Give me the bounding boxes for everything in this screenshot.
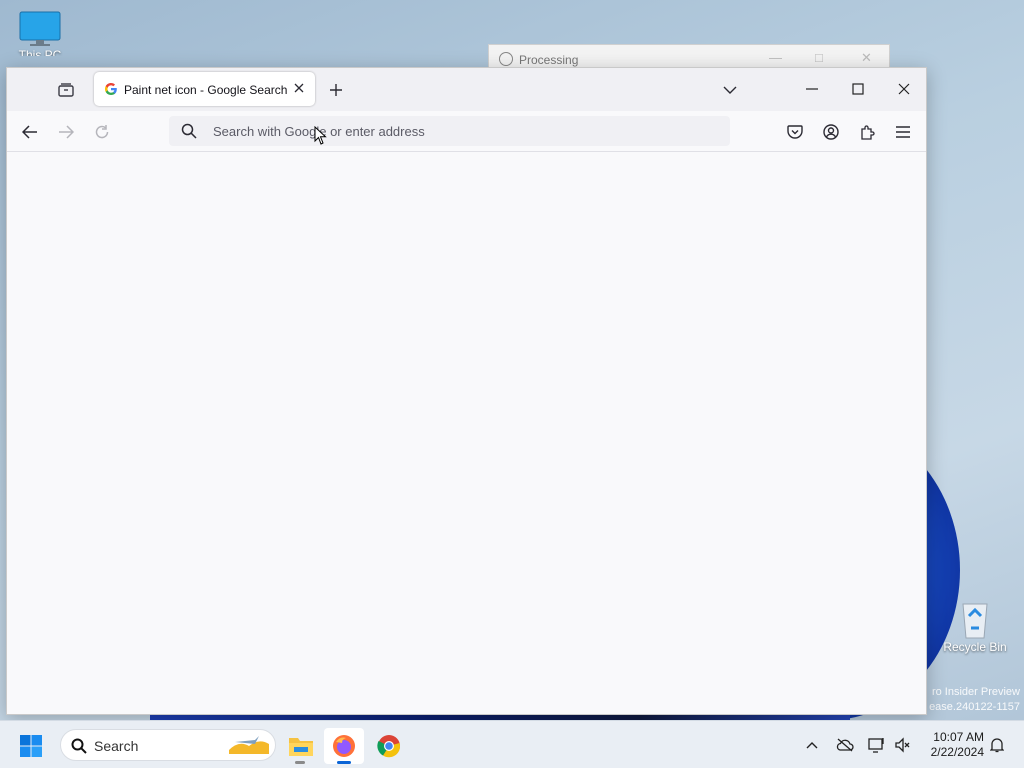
show-hidden-icons-button[interactable]: [802, 734, 822, 756]
watermark-line1: ro Insider Preview: [931, 686, 1020, 698]
watermark-line2: ease.240122-1157: [929, 701, 1020, 713]
network-status-button[interactable]: [866, 734, 888, 756]
search-highlight-icon: [229, 736, 269, 754]
maximize-icon: [852, 83, 864, 95]
browser-window[interactable]: Paint net icon - Google Search: [6, 67, 927, 715]
clock[interactable]: 10:07 AM 2/22/2024: [931, 730, 984, 760]
notifications-button[interactable]: [986, 734, 1008, 756]
chevron-down-icon: [723, 86, 737, 94]
tab-title: Paint net icon - Google Search: [124, 83, 288, 97]
desktop-icon-recycle-bin[interactable]: Recycle Bin: [942, 598, 1008, 654]
clock-time: 10:07 AM: [933, 730, 984, 744]
nav-toolbar: [7, 111, 926, 152]
desktop-icon-label: This PC: [18, 48, 62, 56]
taskbar-app-chrome[interactable]: [372, 729, 406, 763]
tab-google-search[interactable]: Paint net icon - Google Search: [94, 72, 315, 106]
windows-logo-icon: [20, 735, 42, 757]
extensions-button[interactable]: [856, 121, 878, 143]
desktop-icon-label: Recycle Bin: [943, 640, 1007, 654]
minimize-button[interactable]: [797, 76, 827, 102]
network-icon: [868, 738, 884, 753]
forward-button[interactable]: [55, 121, 77, 143]
monitor-icon: [19, 11, 61, 46]
search-icon: [181, 123, 197, 139]
taskbar: Search 10:07 AM 2/22/2024: [0, 720, 1024, 768]
list-all-tabs-button[interactable]: [719, 79, 741, 101]
close-icon[interactable]: ✕: [861, 50, 872, 66]
start-button[interactable]: [16, 731, 46, 761]
running-indicator: [295, 761, 305, 764]
firefox-view-button[interactable]: [55, 80, 77, 100]
taskbar-search[interactable]: Search: [60, 729, 276, 761]
reload-icon: [95, 125, 109, 139]
page-content[interactable]: [7, 152, 926, 714]
extensions-icon: [861, 125, 875, 140]
taskbar-app-firefox[interactable]: [324, 728, 364, 764]
taskbar-app-file-explorer[interactable]: [284, 729, 318, 763]
clock-date: 2/22/2024: [930, 745, 984, 759]
account-icon: [823, 124, 839, 140]
taskbar-search-label: Search: [94, 738, 139, 754]
processing-window-title: Processing: [519, 53, 579, 67]
forward-icon: [59, 125, 74, 139]
close-icon: [898, 83, 910, 95]
search-icon: [71, 738, 87, 754]
menu-icon: [896, 126, 910, 138]
maximize-button[interactable]: [843, 76, 873, 102]
close-button[interactable]: [889, 76, 919, 102]
chrome-icon: [377, 735, 401, 758]
pocket-icon: [787, 124, 803, 139]
tab-bar: Paint net icon - Google Search: [7, 68, 926, 111]
firefox-view-icon: [58, 83, 74, 97]
recycle-bin-icon: [962, 603, 988, 639]
account-button[interactable]: [820, 121, 842, 143]
running-indicator: [337, 761, 351, 764]
pocket-button[interactable]: [784, 121, 806, 143]
file-explorer-icon: [289, 738, 313, 756]
speaker-muted-icon: [895, 737, 910, 753]
chevron-up-icon: [806, 742, 818, 749]
back-button[interactable]: [19, 121, 41, 143]
desktop-icon-this-pc[interactable]: This PC: [12, 10, 68, 56]
address-input[interactable]: [213, 116, 713, 146]
plus-icon: [330, 84, 342, 96]
back-icon: [22, 125, 37, 139]
mouse-cursor-icon: [314, 126, 327, 145]
reload-button[interactable]: [91, 121, 113, 143]
cloud-offline-icon: [836, 738, 854, 752]
maximize-icon[interactable]: □: [815, 50, 823, 65]
firefox-icon: [333, 735, 355, 757]
volume-button[interactable]: [892, 734, 914, 756]
url-bar[interactable]: [169, 116, 730, 146]
google-g-icon: [105, 83, 117, 95]
onedrive-status-button[interactable]: [834, 734, 856, 756]
clock-icon: [499, 52, 513, 66]
close-icon[interactable]: [291, 80, 307, 96]
minimize-icon: [806, 88, 818, 90]
new-tab-button[interactable]: [325, 79, 347, 101]
app-menu-button[interactable]: [892, 121, 914, 143]
minimize-icon[interactable]: —: [769, 50, 782, 65]
bell-icon: [990, 738, 1004, 753]
